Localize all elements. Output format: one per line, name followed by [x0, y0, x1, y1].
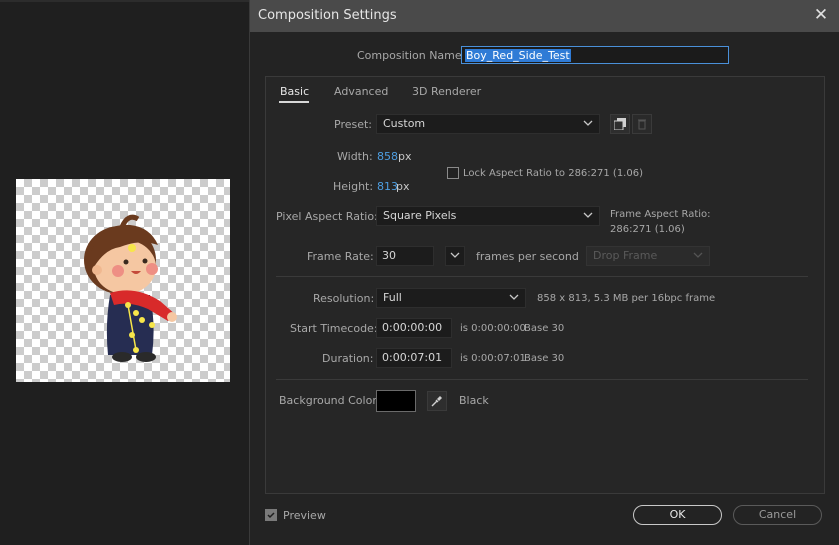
tab-advanced[interactable]: Advanced [334, 85, 388, 98]
composition-preview-canvas[interactable] [16, 179, 230, 382]
chevron-down-icon [450, 252, 460, 258]
ok-button[interactable]: OK [633, 505, 722, 525]
active-tab-indicator [279, 101, 309, 103]
chevron-down-icon [583, 212, 593, 218]
dialog-title: Composition Settings [258, 8, 397, 23]
frame-rate-input[interactable]: 30 [376, 246, 434, 266]
duration-input[interactable]: 0:00:07:01 [376, 348, 452, 368]
save-preset-icon [614, 118, 626, 130]
preview-label: Preview [283, 509, 326, 522]
frame-rate-value: 30 [382, 249, 396, 262]
height-unit: px [396, 180, 410, 193]
character-illustration [84, 214, 177, 362]
composition-name-value: Boy_Red_Side_Test [465, 49, 571, 62]
resolution-dropdown[interactable]: Full [376, 288, 526, 308]
height-label: Height: [333, 180, 374, 193]
width-unit: px [398, 150, 412, 163]
workspace-top-border [0, 0, 250, 2]
width-label: Width: [337, 150, 373, 163]
preset-label: Preset: [334, 118, 373, 131]
pixel-aspect-dropdown[interactable]: Square Pixels [376, 206, 600, 226]
composition-name-label: Composition Name: [357, 49, 466, 62]
workspace-background [0, 0, 250, 545]
frame-aspect-label: Frame Aspect Ratio: [610, 209, 711, 220]
background-color-swatch[interactable] [376, 390, 416, 412]
start-timecode-is: is 0:00:00:00 [460, 323, 526, 334]
start-timecode-value: 0:00:00:00 [382, 321, 443, 334]
duration-value: 0:00:07:01 [382, 351, 443, 364]
start-timecode-base: Base 30 [524, 323, 565, 334]
save-preset-button[interactable] [610, 114, 630, 134]
resolution-label: Resolution: [313, 292, 375, 305]
pixel-aspect-value: Square Pixels [383, 209, 457, 222]
background-color-name: Black [459, 394, 489, 407]
close-icon[interactable]: ✕ [812, 6, 830, 24]
drop-frame-dropdown: Drop Frame [586, 246, 710, 266]
eyedropper-button[interactable] [427, 391, 447, 411]
checkmark-icon [267, 512, 275, 519]
composition-settings-dialog: Composition Settings ✕ Composition Name:… [249, 0, 839, 545]
chevron-down-icon [509, 294, 519, 300]
height-value[interactable]: 813 [377, 180, 398, 193]
start-timecode-input[interactable]: 0:00:00:00 [376, 318, 452, 338]
trash-icon [638, 119, 646, 130]
duration-base: Base 30 [524, 353, 565, 364]
tab-3d-renderer[interactable]: 3D Renderer [412, 85, 481, 98]
dialog-title-bar[interactable]: Composition Settings ✕ [250, 0, 839, 32]
width-value[interactable]: 858 [377, 150, 398, 163]
tab-basic[interactable]: Basic [280, 85, 309, 98]
preview-checkbox[interactable] [265, 509, 277, 521]
chevron-down-icon [693, 252, 703, 258]
resolution-value: Full [383, 291, 402, 304]
pixel-aspect-label: Pixel Aspect Ratio: [276, 210, 378, 223]
delete-preset-button[interactable] [632, 114, 652, 134]
lock-aspect-checkbox[interactable] [447, 167, 459, 179]
background-color-label: Background Color: [279, 394, 381, 407]
duration-is: is 0:00:07:01 [460, 353, 526, 364]
composition-name-input[interactable]: Boy_Red_Side_Test [461, 46, 729, 64]
section-divider [276, 276, 808, 277]
resolution-info: 858 x 813, 5.3 MB per 16bpc frame [537, 293, 716, 304]
settings-panel: Basic Advanced 3D Renderer Preset: Custo… [265, 76, 825, 494]
eyedropper-icon [431, 396, 442, 407]
lock-aspect-label: Lock Aspect Ratio to 286:271 (1.06) [463, 168, 643, 179]
frame-rate-label: Frame Rate: [307, 250, 374, 263]
preset-value: Custom [383, 117, 426, 130]
start-timecode-label: Start Timecode: [290, 322, 378, 335]
cancel-button[interactable]: Cancel [733, 505, 822, 525]
drop-frame-value: Drop Frame [593, 249, 658, 262]
frame-rate-dropdown[interactable] [445, 246, 465, 266]
duration-label: Duration: [322, 352, 374, 365]
frame-aspect-value: 286:271 (1.06) [610, 224, 685, 235]
frame-rate-unit: frames per second [476, 250, 579, 263]
section-divider [276, 379, 808, 380]
preset-dropdown[interactable]: Custom [376, 114, 600, 134]
chevron-down-icon [583, 120, 593, 126]
